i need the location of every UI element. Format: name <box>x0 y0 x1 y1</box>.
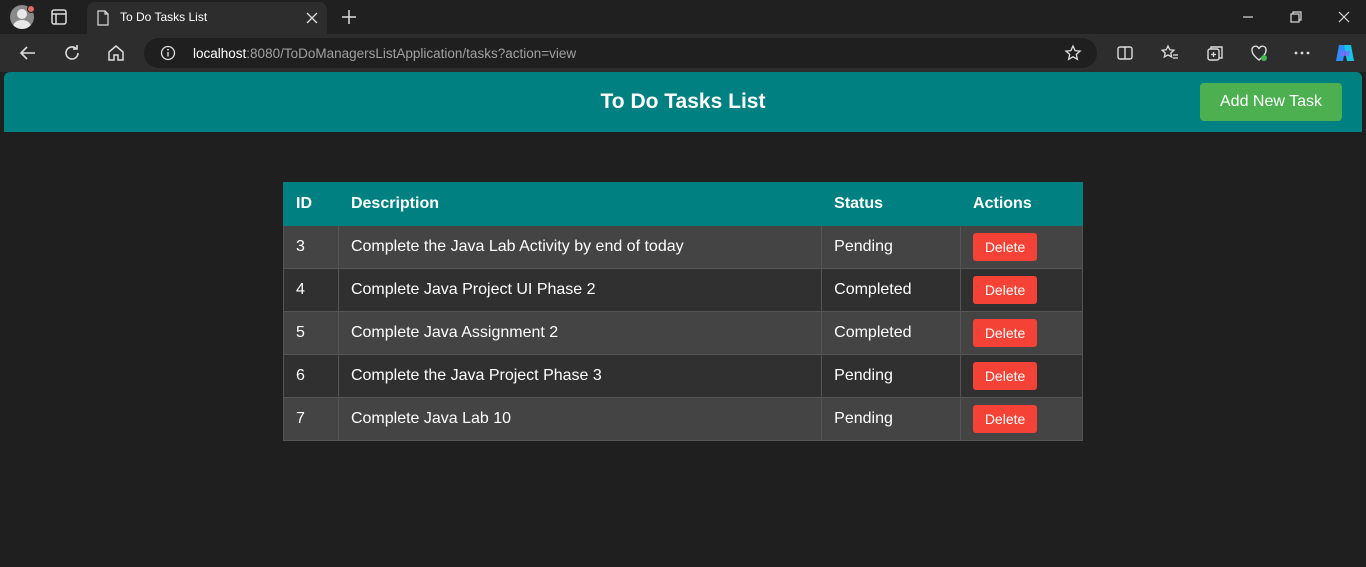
task-status: Pending <box>821 354 962 398</box>
column-header-id: ID <box>283 182 339 226</box>
table-row: 7 Complete Java Lab 10 Pending Delete <box>283 397 1083 441</box>
task-description: Complete Java Assignment 2 <box>337 311 823 355</box>
home-icon[interactable] <box>106 43 126 63</box>
url-text[interactable]: localhost:8080/ToDoManagersListApplicati… <box>193 46 576 61</box>
browser-essentials-icon[interactable] <box>1249 43 1269 63</box>
task-actions: Delete <box>960 268 1083 312</box>
task-id: 7 <box>283 397 339 441</box>
task-id: 3 <box>283 225 339 269</box>
workspaces-icon[interactable] <box>50 8 68 26</box>
task-status: Pending <box>821 225 962 269</box>
table-header-row: ID Description Status Actions <box>283 182 1083 226</box>
task-actions: Delete <box>960 311 1083 355</box>
browser-tab-bar: To Do Tasks List <box>0 0 1366 34</box>
tasks-table: ID Description Status Actions 3 Complete… <box>283 182 1083 441</box>
table-row: 5 Complete Java Assignment 2 Completed D… <box>283 311 1083 355</box>
split-screen-icon[interactable] <box>1115 43 1135 63</box>
close-tab-icon[interactable] <box>305 11 319 25</box>
more-options-icon[interactable] <box>1292 43 1312 63</box>
task-description: Complete the Java Project Phase 3 <box>337 354 823 398</box>
new-tab-icon[interactable] <box>339 7 359 27</box>
table-row: 3 Complete the Java Lab Activity by end … <box>283 225 1083 269</box>
task-status: Completed <box>821 268 962 312</box>
app-header: To Do Tasks List Add New Task <box>4 72 1362 132</box>
url-host: localhost <box>193 46 247 61</box>
favorites-icon[interactable] <box>1160 43 1180 63</box>
favorite-star-icon[interactable] <box>1064 44 1082 62</box>
delete-button[interactable]: Delete <box>973 233 1038 261</box>
task-description: Complete Java Lab 10 <box>337 397 823 441</box>
task-actions: Delete <box>960 225 1083 269</box>
column-header-status: Status <box>821 182 962 226</box>
delete-button[interactable]: Delete <box>973 405 1038 433</box>
task-id: 6 <box>283 354 339 398</box>
task-description: Complete Java Project UI Phase 2 <box>337 268 823 312</box>
table-row: 4 Complete Java Project UI Phase 2 Compl… <box>283 268 1083 312</box>
minimize-icon[interactable] <box>1238 8 1258 26</box>
task-id: 5 <box>283 311 339 355</box>
page-viewport: To Do Tasks List Add New Task ID Descrip… <box>4 72 1362 567</box>
site-info-icon[interactable] <box>160 45 176 61</box>
delete-button[interactable]: Delete <box>973 276 1038 304</box>
task-actions: Delete <box>960 354 1083 398</box>
task-status: Pending <box>821 397 962 441</box>
address-bar[interactable]: localhost:8080/ToDoManagersListApplicati… <box>144 38 1097 68</box>
task-actions: Delete <box>960 397 1083 441</box>
back-icon[interactable] <box>18 43 38 63</box>
browser-toolbar: localhost:8080/ToDoManagersListApplicati… <box>0 34 1366 72</box>
close-window-icon[interactable] <box>1334 8 1354 26</box>
delete-button[interactable]: Delete <box>973 362 1038 390</box>
collections-icon[interactable] <box>1205 43 1225 63</box>
task-description: Complete the Java Lab Activity by end of… <box>337 225 823 269</box>
tab-title: To Do Tasks List <box>120 10 208 24</box>
task-id: 4 <box>283 268 339 312</box>
page-icon <box>97 10 109 26</box>
add-new-task-button[interactable]: Add New Task <box>1200 83 1342 121</box>
table-row: 6 Complete the Java Project Phase 3 Pend… <box>283 354 1083 398</box>
refresh-icon[interactable] <box>62 43 82 63</box>
restore-icon[interactable] <box>1286 8 1306 26</box>
notification-dot <box>27 5 35 13</box>
copilot-icon[interactable] <box>1333 41 1357 65</box>
page-title: To Do Tasks List <box>600 90 766 113</box>
column-header-actions: Actions <box>960 182 1083 226</box>
browser-tab[interactable]: To Do Tasks List <box>87 2 327 34</box>
delete-button[interactable]: Delete <box>973 319 1038 347</box>
task-status: Completed <box>821 311 962 355</box>
url-path: :8080/ToDoManagersListApplication/tasks?… <box>246 46 577 61</box>
column-header-description: Description <box>337 182 823 226</box>
